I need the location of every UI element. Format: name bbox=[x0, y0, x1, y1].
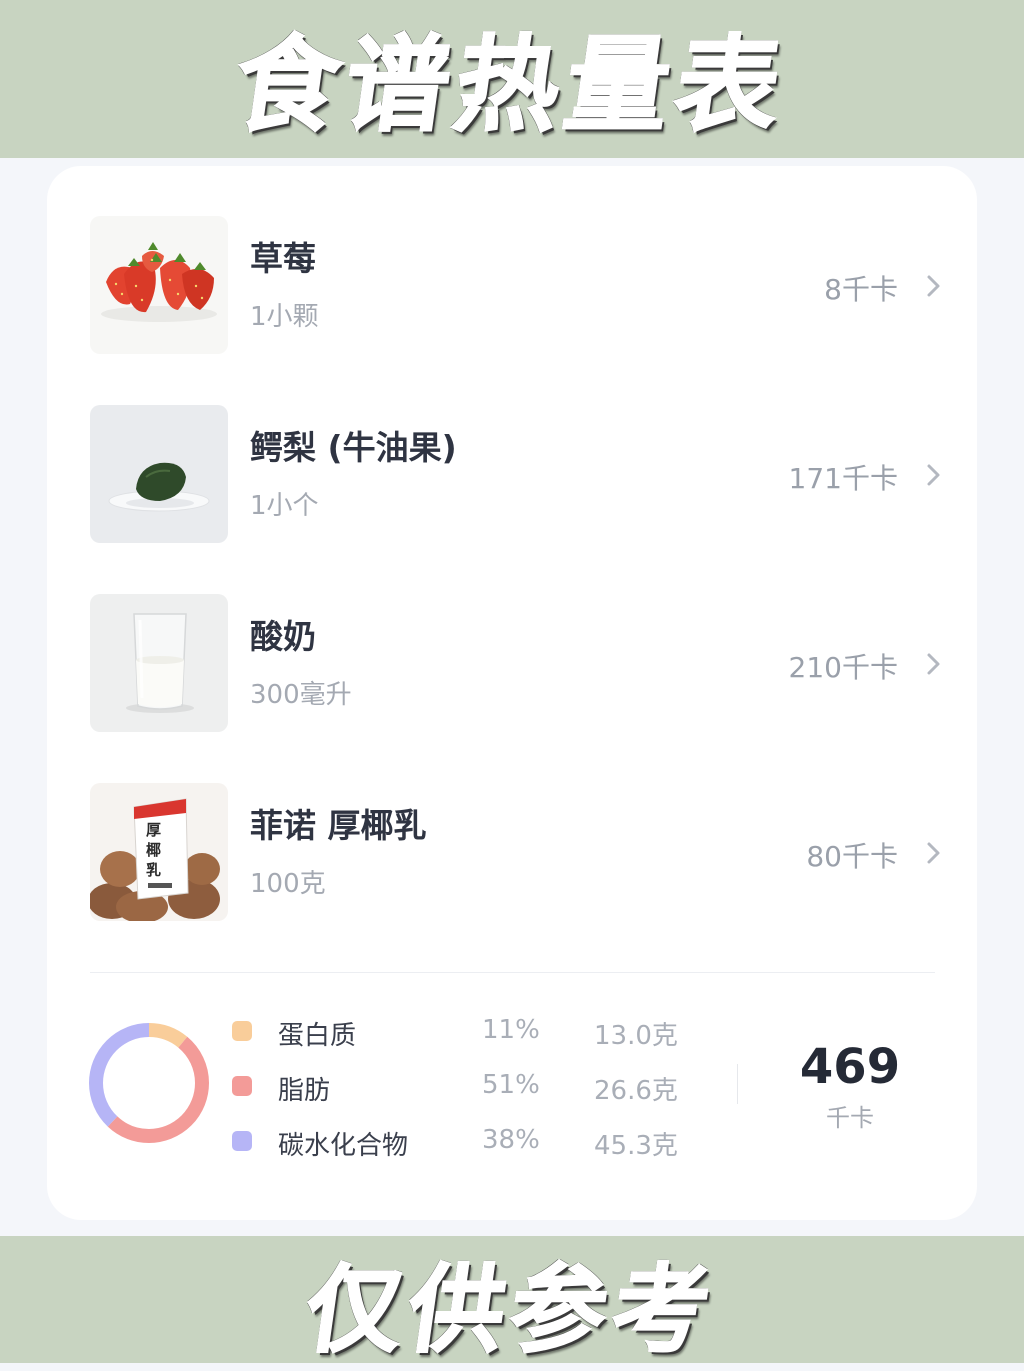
macro-donut-chart bbox=[89, 1023, 209, 1143]
food-calories: 171千卡 bbox=[788, 462, 898, 495]
protein-legend-swatch bbox=[232, 1021, 252, 1041]
macro-name: 脂肪 bbox=[278, 1076, 331, 1106]
macro-name: 蛋白质 bbox=[278, 1021, 357, 1051]
food-row-strawberry[interactable]: 草莓 1小颗 8千卡 bbox=[90, 216, 950, 356]
yogurt-image bbox=[90, 594, 228, 732]
fat-legend-swatch bbox=[232, 1076, 252, 1096]
total-calories: 469 bbox=[799, 1039, 901, 1095]
chevron-right-icon bbox=[927, 653, 940, 675]
macro-grams: 26.6克 bbox=[594, 1076, 678, 1106]
strawberry-image bbox=[90, 216, 228, 354]
food-row-coconut-milk[interactable]: 厚 椰 乳 菲诺 厚椰乳 100克 80千卡 bbox=[90, 783, 950, 923]
food-calories: 80千卡 bbox=[806, 840, 898, 873]
food-calories: 210千卡 bbox=[788, 651, 898, 684]
macro-name: 碳水化合物 bbox=[278, 1131, 409, 1161]
footer-title: 仅供参考 bbox=[298, 1253, 724, 1367]
food-row-avocado[interactable]: 鳄梨 (牛油果) 1小个 171千卡 bbox=[90, 405, 950, 545]
food-quantity: 300毫升 bbox=[250, 680, 352, 710]
food-quantity: 1小个 bbox=[250, 491, 319, 521]
macro-row-fat: 脂肪 51% 26.6克 bbox=[232, 1066, 712, 1106]
macro-row-protein: 蛋白质 11% 13.0克 bbox=[232, 1011, 712, 1051]
chevron-right-icon bbox=[927, 275, 940, 297]
food-name: 鳄梨 (牛油果) bbox=[250, 428, 457, 467]
macro-row-carbs: 碳水化合物 38% 45.3克 bbox=[232, 1121, 712, 1161]
total-calories-unit: 千卡 bbox=[826, 1104, 874, 1132]
chevron-right-icon bbox=[927, 842, 940, 864]
chevron-right-icon bbox=[927, 464, 940, 486]
svg-text:椰: 椰 bbox=[146, 841, 161, 859]
food-name: 菲诺 厚椰乳 bbox=[250, 806, 427, 845]
page-title: 食谱热量表 bbox=[226, 23, 795, 147]
macro-percent: 11% bbox=[482, 1015, 540, 1045]
food-calories: 8千卡 bbox=[824, 273, 898, 306]
svg-text:乳: 乳 bbox=[146, 861, 161, 879]
food-quantity: 1小颗 bbox=[250, 302, 319, 332]
macro-grams: 45.3克 bbox=[594, 1131, 678, 1161]
summary-separator bbox=[737, 1064, 738, 1104]
food-row-yogurt[interactable]: 酸奶 300毫升 210千卡 bbox=[90, 594, 950, 734]
package-label: 厚 bbox=[146, 821, 161, 839]
food-quantity: 100克 bbox=[250, 869, 326, 899]
food-name: 草莓 bbox=[250, 239, 316, 278]
macro-grams: 13.0克 bbox=[594, 1021, 678, 1051]
food-name: 酸奶 bbox=[250, 617, 316, 656]
footer-banner: 仅供参考 bbox=[0, 1236, 1024, 1367]
avocado-image bbox=[90, 405, 228, 543]
coconut-milk-image: 厚 椰 乳 bbox=[90, 783, 228, 921]
macro-percent: 51% bbox=[482, 1070, 540, 1100]
recipe-card: 草莓 1小颗 8千卡 鳄梨 (牛油果) 1小个 171千卡 酸奶 300毫升 2… bbox=[47, 166, 977, 1220]
carbs-legend-swatch bbox=[232, 1131, 252, 1151]
header-banner: 食谱热量表 bbox=[0, 0, 1024, 158]
divider bbox=[90, 972, 935, 973]
macro-percent: 38% bbox=[482, 1125, 540, 1155]
